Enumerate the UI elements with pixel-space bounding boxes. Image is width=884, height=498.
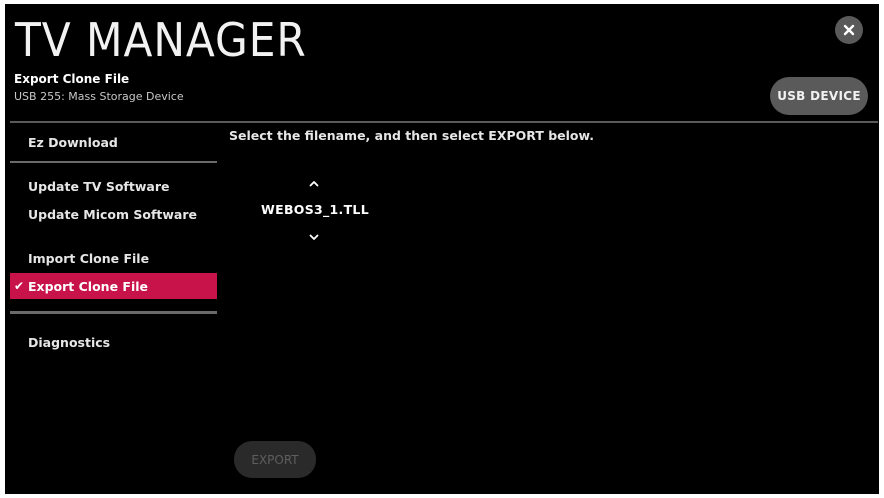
- close-button[interactable]: [835, 16, 863, 44]
- sidebar: Ez Download Update TV Software Update Mi…: [10, 123, 217, 494]
- sidebar-item-label: Export Clone File: [28, 278, 148, 294]
- sidebar-item-update-tv-software[interactable]: Update TV Software: [10, 173, 217, 199]
- export-button[interactable]: EXPORT: [234, 441, 316, 478]
- sidebar-item-diagnostics[interactable]: Diagnostics: [10, 329, 217, 355]
- sidebar-item-import-clone-file[interactable]: Import Clone File: [10, 245, 217, 271]
- sidebar-item-label: Import Clone File: [28, 250, 150, 266]
- chevron-down-icon[interactable]: [305, 230, 323, 244]
- tv-screen: TV MANAGER Export Clone File USB 255: Ma…: [5, 4, 879, 494]
- sidebar-item-update-micom-software[interactable]: Update Micom Software: [10, 201, 217, 227]
- filename-value[interactable]: WEBOS3_1.TLL: [255, 202, 375, 217]
- sidebar-item-export-clone-file[interactable]: ✔ Export Clone File: [10, 273, 217, 299]
- sidebar-item-label: Ez Download: [28, 134, 118, 150]
- file-picker: WEBOS3_1.TLL: [255, 174, 375, 244]
- sidebar-item-ez-download[interactable]: Ez Download: [10, 129, 217, 155]
- page-title: Export Clone File: [14, 72, 130, 86]
- check-icon: ✔: [14, 279, 25, 293]
- sidebar-item-label: Update TV Software: [28, 178, 170, 194]
- sidebar-item-label: Update Micom Software: [28, 206, 198, 222]
- chevron-up-icon[interactable]: [305, 176, 323, 190]
- device-label: USB 255: Mass Storage Device: [14, 90, 184, 103]
- close-icon: [843, 24, 855, 36]
- app-title: TV MANAGER: [15, 13, 307, 67]
- sidebar-divider: [10, 161, 217, 163]
- usb-device-button[interactable]: USB DEVICE: [770, 77, 868, 115]
- instruction-text: Select the filename, and then select EXP…: [229, 128, 595, 143]
- sidebar-item-label: Diagnostics: [28, 334, 111, 350]
- sidebar-divider: [10, 311, 217, 314]
